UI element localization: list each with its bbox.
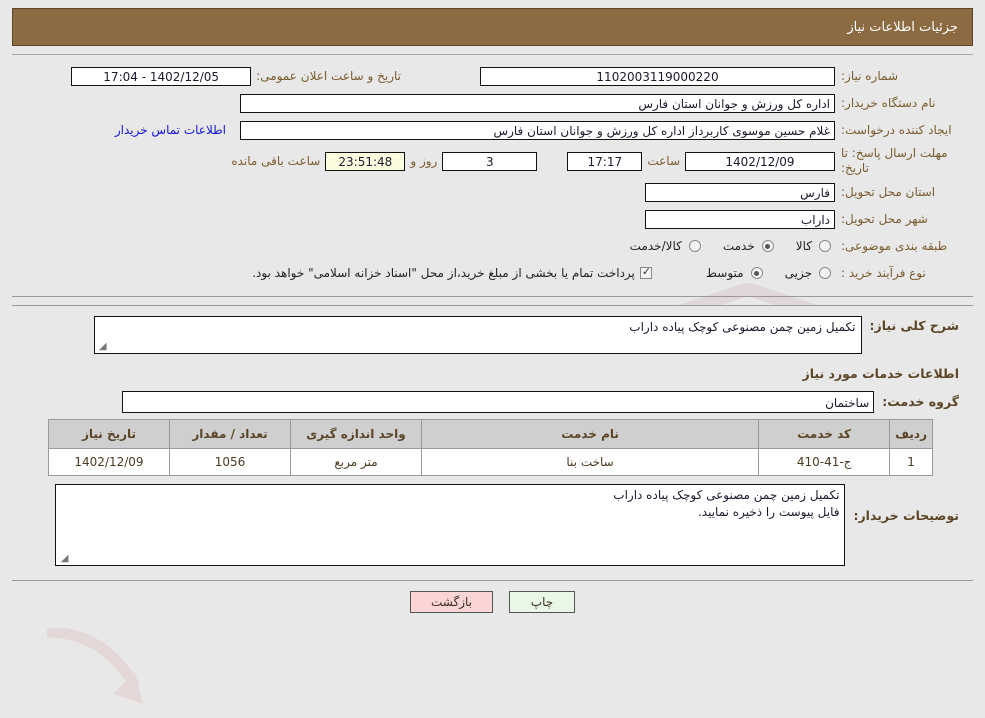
city-field[interactable]: داراب (645, 209, 835, 229)
service-items-table: ردیف کد خدمت نام خدمت واحد اندازه گیری ت… (48, 419, 933, 476)
row-process-type: نوع فرآیند خرید : جزیی متوسط پرداخت تمام… (12, 262, 973, 284)
need-details-panel: شرح کلی نیاز: تکمیل زمین چمن مصنوعی کوچک… (12, 305, 973, 704)
table-header-row: ردیف کد خدمت نام خدمت واحد اندازه گیری ت… (48, 419, 933, 449)
category-option-label: کالا (795, 239, 812, 253)
province-field[interactable]: فارس (645, 182, 835, 202)
public-announce-field[interactable]: 1402/12/05 - 17:04 (71, 66, 252, 86)
row-buyer-org: نام دستگاه خریدار: اداره کل ورزش و جوانا… (12, 92, 973, 114)
buyer-notes-label: توضیحات خریدار: (853, 508, 959, 523)
row-requester: ایجاد کننده درخواست: غلام حسین موسوی کار… (12, 119, 973, 141)
process-option-label: جزیی (784, 266, 812, 280)
watermark-arrow-icon (46, 628, 143, 704)
remaining-days-field[interactable]: 3 (442, 151, 538, 171)
category-option-kala[interactable]: کالا (796, 239, 835, 253)
process-option-label: متوسط (705, 266, 744, 280)
city-label: شهر محل تحویل: (841, 211, 928, 226)
countdown-label: ساعت باقی مانده (231, 154, 321, 168)
row-need-number: شماره نیاز: 1102003119000220 تاریخ و ساع… (12, 65, 973, 87)
category-option-kala-khedmat[interactable]: کالا/خدمت (630, 239, 705, 253)
service-group-label: گروه خدمت: (882, 394, 959, 409)
col-date: تاریخ نیاز (48, 419, 170, 449)
row-service-group: گروه خدمت: ساختمان (12, 391, 973, 413)
category-option-label: کالا/خدمت (629, 239, 682, 253)
general-description-label: شرح کلی نیاز: (869, 318, 959, 333)
process-type-label: نوع فرآیند خرید : (841, 265, 926, 280)
countdown-field[interactable]: 23:51:48 (325, 151, 406, 171)
radio-icon[interactable] (819, 240, 831, 252)
remaining-days-label: روز و (410, 154, 438, 168)
category-radio-group: کالا خدمت کالا/خدمت (614, 239, 835, 253)
public-announce-label: تاریخ و ساعت اعلان عمومی: (256, 69, 401, 83)
process-option-motavaset[interactable]: متوسط (706, 266, 767, 280)
col-name: نام خدمت (420, 419, 760, 449)
requester-field[interactable]: غلام حسین موسوی کاربرداز اداره کل ورزش و… (240, 120, 835, 140)
page-title: جزئیات اطلاعات نیاز (847, 19, 958, 35)
cell-quantity: 1056 (169, 448, 291, 476)
service-group-field[interactable]: ساختمان (122, 391, 875, 413)
footer-actions: چاپ بازگشت (0, 591, 985, 613)
col-code: کد خدمت (758, 419, 891, 449)
requester-label: ایجاد کننده درخواست: (841, 122, 952, 137)
deadline-label: مهلت ارسال پاسخ: تا تاریخ: (841, 146, 948, 175)
cell-unit: متر مربع (290, 448, 422, 476)
buyer-notes-line1: تکمیل زمین چمن مصنوعی کوچک پیاده داراب (613, 488, 840, 502)
cell-name: ساخت بنا (420, 448, 760, 476)
treasury-bonds-checkbox[interactable] (639, 265, 652, 279)
cell-radif: 1 (889, 448, 933, 476)
resize-grip-icon[interactable]: ◢ (97, 342, 107, 352)
category-label: طبقه بندی موضوعی: (841, 238, 948, 253)
buyer-org-field[interactable]: اداره کل ورزش و جوانان استان فارس (240, 93, 835, 113)
table-row: 1 ج-41-410 ساخت بنا متر مربع 1056 1402/1… (48, 448, 933, 476)
row-general-description: شرح کلی نیاز: تکمیل زمین چمن مصنوعی کوچک… (12, 316, 973, 354)
row-province: استان محل تحویل: فارس (12, 181, 973, 203)
general-description-textarea[interactable]: تکمیل زمین چمن مصنوعی کوچک پیاده داراب ◢ (93, 316, 862, 354)
col-unit: واحد اندازه گیری (290, 419, 422, 449)
print-button[interactable]: چاپ (509, 591, 575, 613)
need-summary-panel: AnaTender.net شماره نیاز: 11020031190002… (12, 54, 973, 418)
buyer-notes-line2: فایل پیوست را ذخیره نمایید. (697, 505, 840, 520)
resize-grip-icon[interactable]: ◢ (58, 554, 69, 564)
treasury-bonds-note: پرداخت تمام یا بخشی از مبلغ خرید،از محل … (252, 266, 635, 280)
buyer-org-label: نام دستگاه خریدار: (841, 95, 936, 110)
row-city: شهر محل تحویل: داراب (12, 208, 973, 230)
row-buyer-notes: توضیحات خریدار: تکمیل زمین چمن مصنوعی کو… (12, 484, 973, 566)
buyer-contact-link[interactable]: اطلاعات تماس خریدار (115, 123, 226, 137)
row-deadline: مهلت ارسال پاسخ: تا تاریخ: 1402/12/09 سا… (12, 146, 973, 176)
service-items-table-wrapper: ردیف کد خدمت نام خدمت واحد اندازه گیری ت… (12, 419, 973, 476)
row-category: طبقه بندی موضوعی: کالا خدمت کالا/خدمت (12, 235, 973, 257)
cell-date: 1402/12/09 (48, 448, 170, 476)
cell-code: ج-41-410 (758, 448, 891, 476)
back-button[interactable]: بازگشت (410, 591, 493, 613)
category-option-khedmat[interactable]: خدمت (723, 239, 778, 253)
deadline-time-field[interactable]: 17:17 (567, 151, 643, 171)
need-number-label: شماره نیاز: (841, 68, 898, 83)
radio-icon[interactable] (819, 267, 831, 279)
radio-icon[interactable] (750, 267, 763, 279)
category-option-label: خدمت (722, 239, 755, 253)
buyer-notes-textarea[interactable]: تکمیل زمین چمن مصنوعی کوچک پیاده داراب ف… (55, 484, 846, 566)
radio-icon[interactable] (688, 240, 701, 252)
general-description-value: تکمیل زمین چمن مصنوعی کوچک پیاده داراب (629, 320, 856, 334)
process-option-jozei[interactable]: جزیی (785, 266, 835, 280)
page-header: جزئیات اطلاعات نیاز (12, 8, 973, 46)
process-type-radio-group: جزیی متوسط (676, 266, 835, 280)
radio-icon[interactable] (761, 240, 774, 252)
province-label: استان محل تحویل: (841, 184, 936, 199)
col-quantity: تعداد / مقدار (169, 419, 291, 449)
deadline-time-label: ساعت (647, 154, 680, 168)
need-number-field[interactable]: 1102003119000220 (480, 66, 835, 86)
services-section-heading: اطلاعات خدمات مورد نیاز (802, 366, 960, 381)
deadline-date-field[interactable]: 1402/12/09 (685, 151, 835, 171)
col-radif: ردیف (889, 419, 933, 449)
